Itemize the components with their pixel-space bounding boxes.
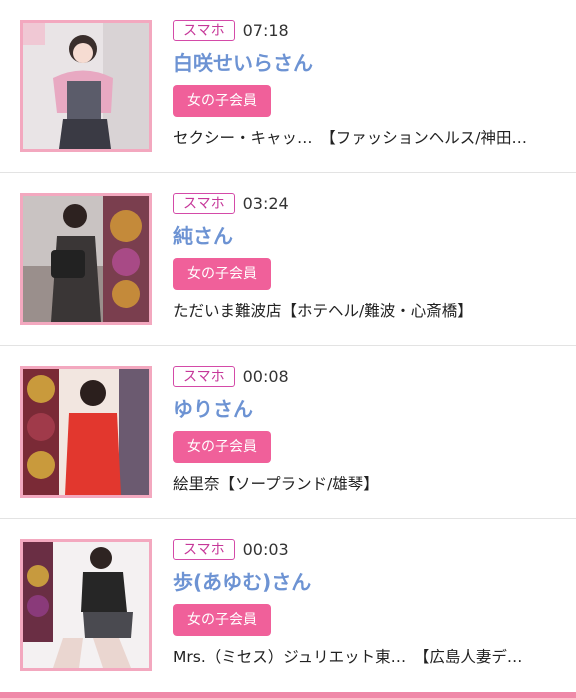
post-time: 03:24 [242,193,289,213]
profile-photo-image [23,542,149,668]
member-badge: 女の子会員 [173,258,271,290]
device-badge: スマホ [173,19,235,41]
entry-info: スマホ 07:18 白咲せいらさん 女の子会員 セクシー・キャッ… 【ファッショ… [173,18,565,149]
entry-meta: スマホ 03:24 [173,191,565,215]
device-badge: スマホ [173,365,235,387]
entry-meta: スマホ 00:08 [173,364,565,388]
profile-photo[interactable] [20,539,152,671]
girl-name-link[interactable]: ゆりさん [173,396,565,422]
entry-meta: スマホ 00:03 [173,537,565,561]
member-badge: 女の子会員 [173,604,271,636]
shop-link[interactable]: 絵里奈【ソープランド/雄琴】 [173,473,565,495]
device-badge: スマホ [173,538,235,560]
shop-link[interactable]: ただいま難波店【ホテヘル/難波・心斎橋】 [173,300,565,322]
list-item[interactable]: スマホ 03:24 純さん 女の子会員 ただいま難波店【ホテヘル/難波・心斎橋】 [0,173,576,346]
entry-meta: スマホ 07:18 [173,18,565,42]
entry-info: スマホ 03:24 純さん 女の子会員 ただいま難波店【ホテヘル/難波・心斎橋】 [173,191,565,322]
list-item[interactable]: スマホ 00:08 ゆりさん 女の子会員 絵里奈【ソープランド/雄琴】 [0,346,576,519]
post-list: スマホ 07:18 白咲せいらさん 女の子会員 セクシー・キャッ… 【ファッショ… [0,0,576,692]
shop-link[interactable]: Mrs.（ミセス）ジュリエット東… 【広島人妻デ… [173,646,565,668]
post-time: 00:08 [242,366,289,386]
entry-info: スマホ 00:08 ゆりさん 女の子会員 絵里奈【ソープランド/雄琴】 [173,364,565,495]
girl-name-link[interactable]: 白咲せいらさん [173,50,565,76]
girl-name-link[interactable]: 純さん [173,223,565,249]
girl-name-link[interactable]: 歩(あゆむ)さん [173,569,565,595]
member-badge: 女の子会員 [173,431,271,463]
post-time: 00:03 [242,539,289,559]
bottom-bar [0,692,576,698]
profile-photo[interactable] [20,20,152,152]
shop-link[interactable]: セクシー・キャッ… 【ファッションヘルス/神田… [173,127,565,149]
profile-photo-image [23,196,149,322]
profile-photo[interactable] [20,193,152,325]
post-time: 07:18 [242,20,289,40]
profile-photo[interactable] [20,366,152,498]
list-item[interactable]: スマホ 00:03 歩(あゆむ)さん 女の子会員 Mrs.（ミセス）ジュリエット… [0,519,576,692]
list-item[interactable]: スマホ 07:18 白咲せいらさん 女の子会員 セクシー・キャッ… 【ファッショ… [0,0,576,173]
entry-info: スマホ 00:03 歩(あゆむ)さん 女の子会員 Mrs.（ミセス）ジュリエット… [173,537,565,668]
device-badge: スマホ [173,192,235,214]
member-badge: 女の子会員 [173,85,271,117]
profile-photo-image [23,23,149,149]
profile-photo-image [23,369,149,495]
